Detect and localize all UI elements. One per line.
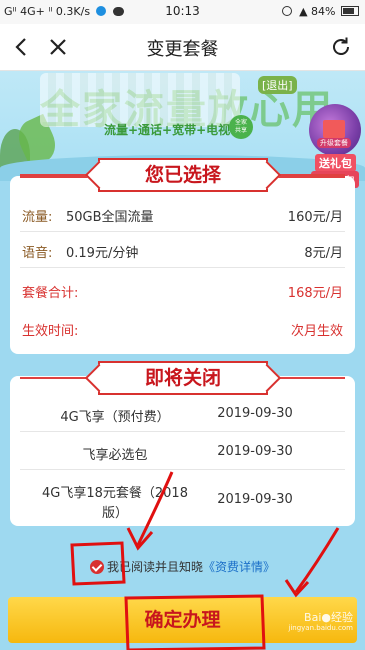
row-label: 流量: <box>22 210 53 225</box>
total-price: 168元/月 <box>287 286 343 301</box>
effective-time: 次月生效 <box>290 324 343 339</box>
status-right: ▲ 84% <box>281 5 359 18</box>
divider <box>20 469 345 470</box>
wifi-icon: ▲ <box>299 5 308 18</box>
gift-icon <box>323 120 345 138</box>
row-price: 160元/月 <box>287 210 343 225</box>
agreement-checkbox[interactable] <box>90 560 104 574</box>
family-share-badge: 全家 共享 <box>229 115 253 139</box>
plan-name: 飞享必选包 <box>82 448 148 463</box>
close-date: 2019-09-30 <box>217 444 293 459</box>
plan-row-effective: 生效时间: 次月生效 <box>10 310 355 346</box>
banner-slogan: 流量+通话+宽带+电视 <box>104 123 231 137</box>
battery-percent: 84% <box>311 5 336 18</box>
agreement-row: 我已阅读并且知晓《资费详情》 <box>90 558 275 575</box>
blurred-overlay <box>40 73 240 127</box>
alarm-icon <box>281 6 292 16</box>
battery-icon <box>341 6 359 16</box>
share-badge-line1: 全家 <box>234 119 247 126</box>
section-header-selected: 您已选择 <box>0 158 365 192</box>
share-badge-line2: 共享 <box>234 127 247 134</box>
divider <box>20 431 345 432</box>
chevron-left-icon[interactable] <box>10 35 34 59</box>
selected-plan-card: 流量: 50GB全国流量 160元/月 语音: 0.19元/分钟 8元/月 套餐… <box>10 176 355 354</box>
fee-details-link[interactable]: 《资费详情》 <box>203 560 275 574</box>
page-title: 变更套餐 <box>146 39 219 60</box>
plan-name-line2: 版） <box>101 506 128 521</box>
plan-name: 4G飞享18元套餐（2018 版） <box>40 484 190 524</box>
plan-name-line1: 4G飞享18元套餐（2018 <box>42 486 188 501</box>
row-value: 0.19元/分钟 <box>66 246 139 261</box>
baidu-watermark: Bai●经验 jingyan.baidu.com <box>288 612 353 634</box>
watermark-url: jingyan.baidu.com <box>288 624 353 632</box>
row-price: 8元/月 <box>304 246 343 261</box>
plan-row-voice: 语音: 0.19元/分钟 8元/月 <box>10 232 355 268</box>
gift-upgrade-label: 升级套餐 <box>317 138 351 148</box>
section-title: 即将关闭 <box>98 361 268 395</box>
close-date: 2019-09-30 <box>217 406 293 421</box>
banner-exit-tag[interactable]: [退出] <box>258 76 297 94</box>
section-header-closing: 即将关闭 <box>0 361 365 395</box>
plan-name: 4G飞享（预付费） <box>60 410 170 425</box>
close-date: 2019-09-30 <box>217 492 293 507</box>
plan-row-data: 流量: 50GB全国流量 160元/月 <box>10 196 355 232</box>
closing-plans-card: 4G飞享（预付费） 2019-09-30 飞享必选包 2019-09-30 4G… <box>10 376 355 526</box>
close-icon[interactable] <box>46 35 70 59</box>
agreement-text: 我已阅读并且知晓 <box>107 560 204 574</box>
status-bar: Gᴵᴵ 4G+ ᴵᴵ 0.3K/s 10:13 ▲ 84% <box>0 0 365 24</box>
refresh-icon[interactable] <box>329 35 353 59</box>
row-label: 生效时间: <box>22 324 79 339</box>
row-value: 50GB全国流量 <box>66 210 154 225</box>
nav-bar: 变更套餐 <box>0 24 365 71</box>
divider <box>20 267 345 268</box>
row-label: 语音: <box>22 246 53 261</box>
plan-row-total: 套餐合计: 168元/月 <box>10 272 355 308</box>
section-title: 您已选择 <box>98 158 268 192</box>
row-label: 套餐合计: <box>22 286 79 301</box>
